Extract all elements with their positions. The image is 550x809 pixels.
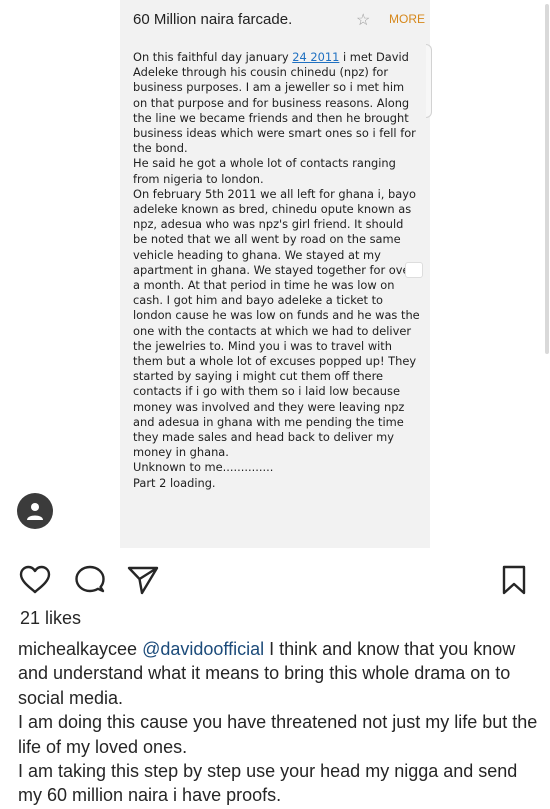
heart-icon xyxy=(19,565,51,594)
page-scrollbar[interactable] xyxy=(545,4,549,354)
caption-username[interactable]: michealkaycee xyxy=(18,639,137,659)
note-body-intro: On this faithful day january xyxy=(133,50,293,64)
likes-count[interactable]: 21 likes xyxy=(20,608,81,629)
caption-line: I am doing this cause you have threatene… xyxy=(18,712,538,757)
caption-first-paragraph: michealkaycee @davidoofficial I think an… xyxy=(18,637,543,710)
like-button[interactable] xyxy=(18,564,52,601)
note-overlay-chip xyxy=(405,262,423,278)
note-date-link[interactable]: 24 2011 xyxy=(292,50,339,64)
post-action-bar xyxy=(0,560,550,600)
note-screenshot: 60 Million naira farcade. ☆ MORE On this… xyxy=(120,0,432,548)
comment-icon xyxy=(75,565,105,593)
bookmark-icon xyxy=(502,565,526,595)
person-icon xyxy=(27,503,43,520)
save-button[interactable] xyxy=(500,564,528,601)
more-button[interactable]: MORE xyxy=(389,12,425,26)
note-body: On this faithful day january 24 2011 i m… xyxy=(133,50,420,491)
share-button[interactable] xyxy=(126,564,160,601)
caption-line: I am taking this step by step use your h… xyxy=(18,761,518,806)
comment-button[interactable] xyxy=(73,564,107,601)
star-outline-icon[interactable]: ☆ xyxy=(356,10,370,30)
note-scroll-indicator xyxy=(426,44,432,118)
caption-mention[interactable]: @davidoofficial xyxy=(142,639,264,659)
note-title: 60 Million naira farcade. xyxy=(133,11,293,28)
tagged-people-button[interactable] xyxy=(17,493,53,529)
note-body-text: i met David Adeleke through his cousin c… xyxy=(133,50,420,490)
send-icon xyxy=(127,566,159,595)
post-caption: michealkaycee @davidoofficial I think an… xyxy=(18,637,543,808)
